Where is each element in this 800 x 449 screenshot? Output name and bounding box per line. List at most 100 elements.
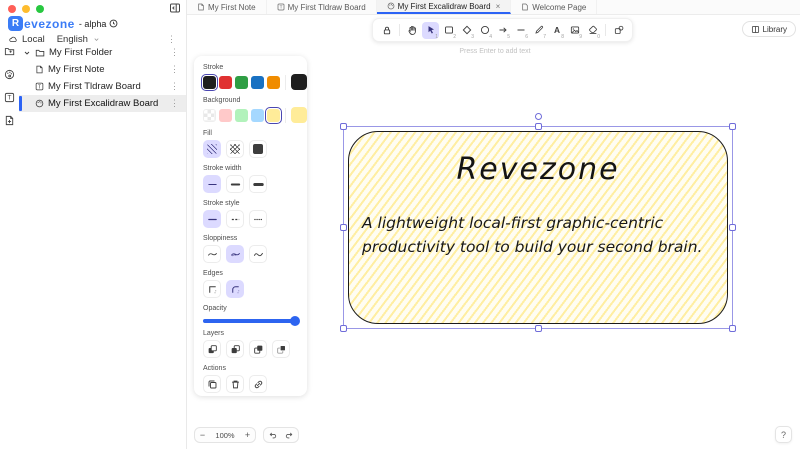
stroke-width-extra-bold-button[interactable] bbox=[249, 175, 267, 193]
maximize-window-button[interactable] bbox=[36, 5, 44, 13]
layers-section-label: Layers bbox=[203, 330, 225, 337]
background-color-swatch[interactable] bbox=[219, 108, 232, 122]
resize-handle-w[interactable] bbox=[340, 224, 347, 231]
stroke-color-swatch[interactable] bbox=[267, 75, 280, 89]
item-menu-icon[interactable]: ⋮ bbox=[168, 99, 181, 108]
opacity-slider-knob[interactable] bbox=[290, 316, 300, 326]
ellipse-tool-button[interactable]: 4 bbox=[476, 22, 493, 40]
add-tldraw-board-icon[interactable]: T bbox=[4, 92, 15, 103]
undo-button[interactable] bbox=[264, 431, 281, 440]
tree-item-note[interactable]: My First Note ⋮ bbox=[19, 61, 186, 78]
background-color-swatch[interactable] bbox=[203, 108, 216, 122]
sloppiness-artist-button[interactable] bbox=[226, 245, 244, 263]
send-to-back-button[interactable] bbox=[203, 340, 221, 358]
tree-item-excalidraw[interactable]: My First Excalidraw Board ⋮ bbox=[19, 95, 186, 112]
edges-options bbox=[203, 280, 298, 298]
hand-tool-button[interactable] bbox=[404, 22, 421, 39]
draw-tool-button[interactable]: 7 bbox=[530, 22, 547, 40]
stroke-style-solid-button[interactable] bbox=[203, 210, 221, 228]
background-color-swatch[interactable] bbox=[235, 108, 248, 122]
add-folder-icon[interactable] bbox=[4, 46, 15, 57]
tab-my-first-excalidraw-board[interactable]: My First Excalidraw Board × bbox=[376, 0, 512, 14]
tree-folder-row[interactable]: My First Folder ⋮ bbox=[19, 44, 186, 61]
tab-label: My First Note bbox=[208, 2, 256, 12]
excalidraw-canvas[interactable]: 1 2 3 4 5 6 7 A 8 9 0 Press Enter to add… bbox=[187, 15, 800, 449]
diamond-tool-button[interactable]: 3 bbox=[458, 22, 475, 40]
add-note-icon[interactable] bbox=[4, 115, 15, 126]
edges-round-button[interactable] bbox=[226, 280, 244, 298]
zoom-controls: − 100% + bbox=[194, 427, 256, 443]
rotate-handle[interactable] bbox=[534, 113, 542, 120]
add-excalidraw-board-icon[interactable] bbox=[4, 69, 15, 80]
clock-icon[interactable] bbox=[109, 19, 118, 28]
stroke-color-swatch[interactable] bbox=[235, 75, 248, 89]
zoom-in-button[interactable]: + bbox=[240, 430, 255, 440]
more-tools-button[interactable] bbox=[610, 22, 627, 39]
delete-button[interactable] bbox=[226, 375, 244, 393]
tab-welcome-page[interactable]: Welcome Page bbox=[511, 0, 598, 14]
tab-my-first-tldraw-board[interactable]: T My First Tldraw Board bbox=[267, 0, 377, 14]
cloud-icon bbox=[8, 35, 18, 44]
resize-handle-n[interactable] bbox=[534, 123, 542, 130]
stroke-style-dashed-button[interactable] bbox=[226, 210, 244, 228]
stroke-style-dotted-button[interactable] bbox=[249, 210, 267, 228]
svg-text:T: T bbox=[38, 84, 42, 90]
file-tree: My First Folder ⋮ My First Note ⋮ T My F… bbox=[19, 44, 186, 112]
image-tool-button[interactable]: 9 bbox=[566, 22, 583, 40]
close-tab-icon[interactable]: × bbox=[496, 2, 501, 11]
stroke-width-bold-button[interactable] bbox=[226, 175, 244, 193]
sloppiness-cartoonist-button[interactable] bbox=[249, 245, 267, 263]
revezone-card-shape[interactable]: Revezone A lightweight local-first graph… bbox=[348, 131, 728, 324]
eraser-tool-button[interactable]: 0 bbox=[584, 22, 601, 40]
svg-text:T: T bbox=[8, 95, 12, 102]
stroke-color-swatch[interactable] bbox=[201, 73, 218, 91]
resize-handle-sw[interactable] bbox=[340, 325, 347, 332]
item-menu-icon[interactable]: ⋮ bbox=[168, 65, 181, 74]
stroke-color-swatch[interactable] bbox=[251, 75, 264, 89]
minimize-window-button[interactable] bbox=[22, 5, 30, 13]
tree-item-tldraw[interactable]: T My First Tldraw Board ⋮ bbox=[19, 78, 186, 95]
folder-menu-icon[interactable]: ⋮ bbox=[168, 48, 181, 57]
text-tool-button[interactable]: A 8 bbox=[548, 22, 565, 40]
collapse-sidebar-icon[interactable] bbox=[169, 2, 181, 14]
chevron-down-icon[interactable] bbox=[23, 49, 31, 57]
sloppiness-options bbox=[203, 245, 298, 263]
close-window-button[interactable] bbox=[8, 5, 16, 13]
selection-tool-button[interactable]: 1 bbox=[422, 21, 439, 40]
rectangle-tool-button[interactable]: 2 bbox=[440, 22, 457, 40]
duplicate-button[interactable] bbox=[203, 375, 221, 393]
lock-tool-button[interactable] bbox=[378, 22, 395, 39]
resize-handle-ne[interactable] bbox=[729, 123, 736, 130]
resize-handle-s[interactable] bbox=[534, 325, 542, 332]
send-backward-button[interactable] bbox=[226, 340, 244, 358]
zoom-level[interactable]: 100% bbox=[210, 431, 240, 440]
resize-handle-nw[interactable] bbox=[340, 123, 347, 130]
current-stroke-color[interactable] bbox=[291, 74, 307, 90]
sloppiness-architect-button[interactable] bbox=[203, 245, 221, 263]
background-color-swatch[interactable] bbox=[251, 108, 264, 122]
background-color-swatch[interactable] bbox=[265, 106, 282, 124]
arrow-tool-button[interactable]: 5 bbox=[494, 22, 511, 40]
sidebar-menu-icon[interactable]: ⋮ bbox=[165, 35, 178, 44]
resize-handle-se[interactable] bbox=[729, 325, 736, 332]
resize-handle-e[interactable] bbox=[729, 224, 736, 231]
stroke-width-thin-button[interactable] bbox=[203, 175, 221, 193]
help-button[interactable]: ? bbox=[775, 426, 792, 443]
opacity-slider[interactable] bbox=[203, 316, 300, 326]
item-menu-icon[interactable]: ⋮ bbox=[168, 82, 181, 91]
stroke-width-section-label: Stroke width bbox=[203, 165, 242, 172]
redo-button[interactable] bbox=[281, 431, 298, 440]
fill-solid-button[interactable] bbox=[249, 140, 267, 158]
fill-hachure-button[interactable] bbox=[203, 140, 221, 158]
fill-cross-hatch-button[interactable] bbox=[226, 140, 244, 158]
zoom-out-button[interactable]: − bbox=[195, 430, 210, 440]
stroke-color-swatch[interactable] bbox=[219, 75, 232, 89]
bring-forward-button[interactable] bbox=[249, 340, 267, 358]
tab-my-first-note[interactable]: My First Note bbox=[187, 0, 267, 14]
link-button[interactable] bbox=[249, 375, 267, 393]
edges-sharp-button[interactable] bbox=[203, 280, 221, 298]
bring-to-front-button[interactable] bbox=[272, 340, 290, 358]
library-button[interactable]: Library bbox=[741, 21, 796, 37]
line-tool-button[interactable]: 6 bbox=[512, 22, 529, 40]
current-background-color[interactable] bbox=[291, 107, 307, 123]
